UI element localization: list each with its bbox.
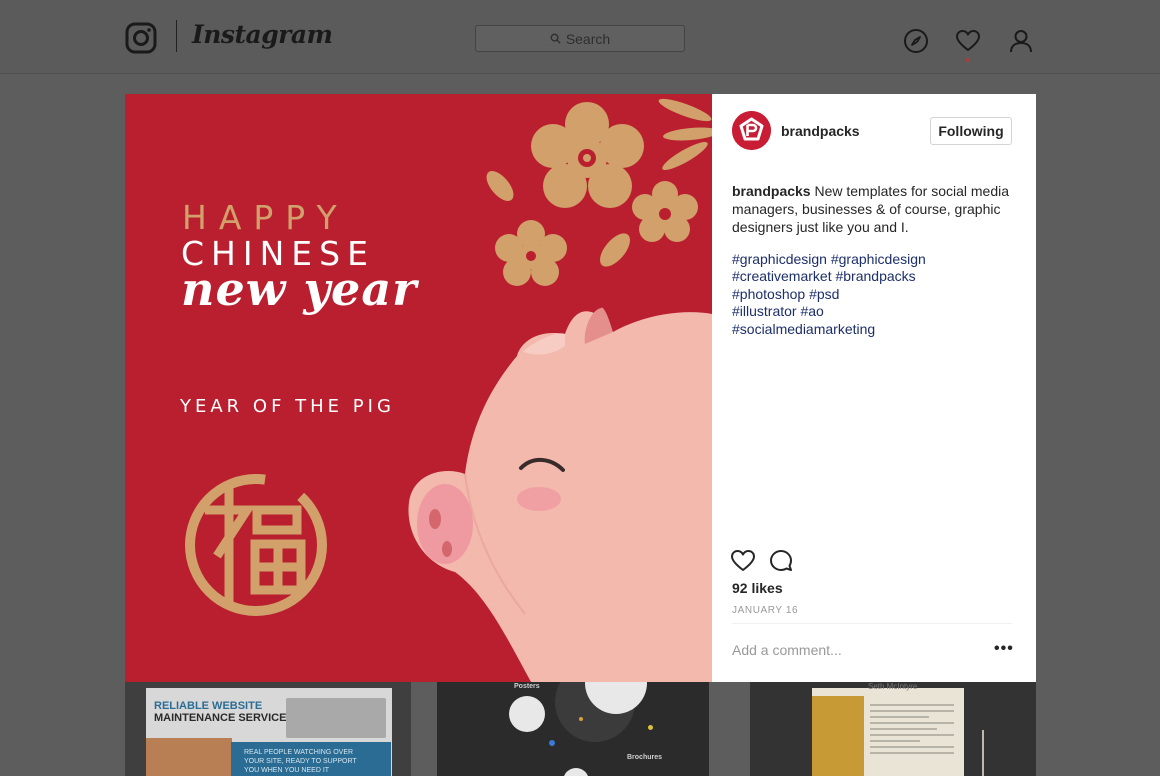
post-caption: brandpacks New templates for social medi… xyxy=(732,182,1022,236)
grid-thumbnail-print-templates[interactable]: Posters Brochures xyxy=(437,682,709,776)
thumbnail-dot xyxy=(549,740,555,746)
likes-count[interactable]: 92 likes xyxy=(732,580,783,596)
thumbnail-pencil xyxy=(982,730,984,776)
following-button[interactable]: Following xyxy=(930,117,1012,145)
comment-bubble-icon[interactable] xyxy=(768,548,794,574)
thumbnail-dot xyxy=(579,717,583,721)
grid-thumbnail-resume[interactable]: Seth McIntyre xyxy=(750,682,1036,776)
notification-dot xyxy=(966,58,970,62)
thumbnail-photo xyxy=(146,738,232,776)
post-details-panel: brandpacks Following brandpacks New temp… xyxy=(712,94,1036,682)
thumbnail-label-posters: Posters xyxy=(514,683,540,690)
instagram-wordmark[interactable]: Instagram xyxy=(192,20,333,49)
thumbnail-dot xyxy=(648,725,653,730)
instagram-camera-icon[interactable] xyxy=(125,22,157,54)
fu-character-seal xyxy=(185,474,327,616)
hashtag-list: #graphicdesign #graphicdesign #creativem… xyxy=(732,251,1022,338)
compass-icon[interactable] xyxy=(903,28,929,54)
search-icon xyxy=(550,33,561,44)
more-options-icon[interactable]: ••• xyxy=(994,641,1014,657)
comment-divider xyxy=(732,623,1012,624)
search-input[interactable]: Search xyxy=(475,25,685,52)
post-modal: HAPPY CHINESE new year YEAR OF THE PIG b… xyxy=(125,94,1036,682)
thumbnail-body-text: REAL PEOPLE WATCHING OVER YOUR SITE, REA… xyxy=(244,749,357,774)
grid-thumbnail-website-maintenance[interactable]: RELIABLE WEBSITE MAINTENANCE SERVICES RE… xyxy=(125,682,411,776)
plum-blossom-small-left xyxy=(495,220,567,286)
thumbnail-resume-sidebar xyxy=(812,696,864,776)
thumbnail-label-brochures: Brochures xyxy=(627,754,663,761)
search-placeholder: Search xyxy=(565,30,611,47)
like-heart-icon[interactable] xyxy=(730,548,756,574)
hashtag-line[interactable]: #socialmediamarketing xyxy=(732,321,1022,338)
hashtag-line[interactable]: #illustrator #ao xyxy=(732,303,1022,320)
hashtag-line[interactable]: #photoshop #psd xyxy=(732,286,1022,303)
add-comment-input[interactable]: Add a comment... xyxy=(732,642,842,658)
pig-illustration xyxy=(408,307,712,682)
headline-happy: HAPPY xyxy=(182,198,349,237)
top-navigation-bar: Instagram Search xyxy=(0,0,1160,74)
plum-blossom-large xyxy=(531,102,644,208)
caption-username[interactable]: brandpacks xyxy=(732,183,811,199)
post-illustration xyxy=(185,98,712,682)
thumbnail-subtitle: MAINTENANCE SERVICES xyxy=(154,712,294,724)
subheadline-year-of-the-pig: YEAR OF THE PIG xyxy=(180,396,395,417)
brandpacks-avatar[interactable] xyxy=(732,111,771,150)
post-date: JANUARY 16 xyxy=(732,605,799,616)
thumbnail-resume-lines xyxy=(870,704,954,758)
thumbnail-card: RELIABLE WEBSITE MAINTENANCE SERVICES RE… xyxy=(146,688,392,776)
post-image[interactable]: HAPPY CHINESE new year YEAR OF THE PIG xyxy=(125,94,712,682)
thumbnail-circle-icon xyxy=(509,696,545,732)
heart-icon[interactable] xyxy=(955,28,981,54)
logo-divider xyxy=(176,20,177,52)
hashtag-line[interactable]: #graphicdesign #graphicdesign xyxy=(732,251,1022,268)
hashtag-line[interactable]: #creativemarket #brandpacks xyxy=(732,268,1022,285)
post-username[interactable]: brandpacks xyxy=(781,123,860,139)
headline-new-year: new year xyxy=(181,262,418,316)
thumbnail-circle-icon xyxy=(563,768,589,776)
profile-icon[interactable] xyxy=(1008,28,1034,54)
thumbnail-resume-name: Seth McIntyre xyxy=(868,682,918,691)
thumbnail-laptop-graphic xyxy=(286,698,386,738)
plum-blossom-small-right xyxy=(632,181,698,242)
